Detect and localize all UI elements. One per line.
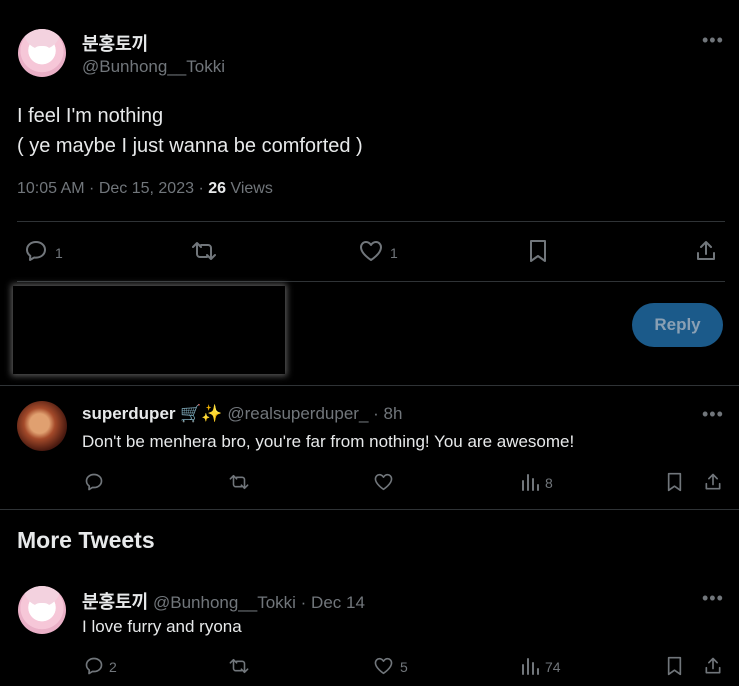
views-count: 8 xyxy=(545,475,553,491)
user-handle[interactable]: @Bunhong__Tokki xyxy=(82,57,225,77)
display-name[interactable]: superduper xyxy=(82,404,176,423)
share-icon[interactable] xyxy=(703,472,723,492)
reply-icon[interactable] xyxy=(24,239,48,263)
like-icon[interactable] xyxy=(373,656,394,676)
retweet-icon[interactable] xyxy=(190,239,218,263)
reply-icon[interactable] xyxy=(84,472,104,492)
divider xyxy=(0,509,739,510)
more-options-icon[interactable]: ••• xyxy=(702,404,724,425)
section-heading: More Tweets xyxy=(17,527,155,553)
avatar[interactable] xyxy=(18,29,66,77)
tweet-timestamp[interactable]: · 8h xyxy=(368,404,402,423)
like-icon[interactable] xyxy=(373,472,394,492)
tweet-meta: 10:05 AM · Dec 15, 2023 · 26 Views xyxy=(17,180,273,198)
tweet-text-line-1: I feel I'm nothing xyxy=(17,105,164,127)
views-label: Views xyxy=(226,180,273,197)
display-name[interactable]: 분홍토끼 xyxy=(82,30,148,56)
like-icon[interactable] xyxy=(358,239,384,263)
divider xyxy=(17,221,725,222)
like-count: 5 xyxy=(400,659,408,675)
retweet-icon[interactable] xyxy=(228,656,250,676)
reply-icon[interactable] xyxy=(84,656,104,676)
reply-count: 1 xyxy=(55,245,63,261)
views-icon[interactable] xyxy=(520,656,540,676)
tweet-timestamp[interactable]: 10:05 AM · Dec 15, 2023 · xyxy=(17,180,208,197)
views-count: 74 xyxy=(545,659,561,675)
tweet-text: I feel I'm nothing ( ye maybe I just wan… xyxy=(17,101,363,161)
more-options-icon[interactable]: ••• xyxy=(702,30,724,51)
retweet-icon[interactable] xyxy=(228,472,250,492)
avatar[interactable] xyxy=(17,401,67,451)
like-count: 1 xyxy=(390,245,398,261)
more-options-icon[interactable]: ••• xyxy=(702,588,724,609)
share-icon[interactable] xyxy=(703,656,723,676)
display-name[interactable]: 분홍토끼 xyxy=(82,592,148,612)
bookmark-icon[interactable] xyxy=(666,472,683,492)
bookmark-icon[interactable] xyxy=(666,656,683,676)
tweet-timestamp[interactable]: · Dec 14 xyxy=(296,593,365,612)
emoji-badges: 🛒✨ xyxy=(180,404,223,423)
divider xyxy=(17,281,725,282)
tweet-text: I love furry and ryona xyxy=(82,617,242,636)
divider xyxy=(0,385,739,386)
share-icon[interactable] xyxy=(694,239,718,263)
tweet-text: Don't be menhera bro, you're far from no… xyxy=(82,432,575,451)
reply-button[interactable]: Reply xyxy=(632,303,723,347)
reply-header: superduper 🛒✨ @realsuperduper_ · 8h xyxy=(82,404,402,424)
user-handle[interactable]: @Bunhong__Tokki xyxy=(153,593,296,612)
user-handle[interactable]: @realsuperduper_ xyxy=(227,404,368,423)
reply-composer-redacted[interactable] xyxy=(13,286,285,374)
bookmark-icon[interactable] xyxy=(528,239,548,263)
tweet-header: 분홍토끼 @Bunhong__Tokki · Dec 14 xyxy=(82,588,365,614)
views-icon[interactable] xyxy=(520,472,540,492)
avatar[interactable] xyxy=(18,586,66,634)
views-count: 26 xyxy=(208,180,227,197)
reply-count: 2 xyxy=(109,659,117,675)
tweet-text-line-2: ( ye maybe I just wanna be comforted ) xyxy=(17,135,363,157)
